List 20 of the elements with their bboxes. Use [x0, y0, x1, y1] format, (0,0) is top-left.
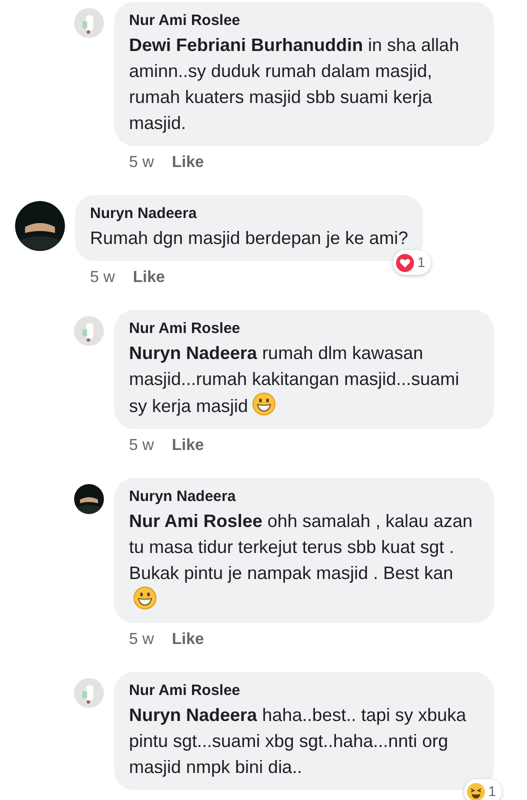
- author-name[interactable]: Nur Ami Roslee: [129, 318, 479, 340]
- author-name[interactable]: Nur Ami Roslee: [129, 680, 479, 702]
- comment-text: Nur Ami Roslee ohh samalah , kalau azan tu masa tidur terkejut terus sbb kuat sgt . Bukak pintu je nampak masjid . Best kan: [129, 508, 479, 613]
- author-name[interactable]: Nuryn Nadeera: [129, 486, 479, 508]
- comment-text: Nuryn Nadeera haha..best.. tapi sy xbuka pintu sgt...suami xbg sgt..haha...nnti org masjid nmpk bini dia..: [129, 704, 468, 779]
- like-button[interactable]: Like: [132, 266, 165, 290]
- like-button[interactable]: Like: [172, 434, 204, 458]
- author-name[interactable]: Nuryn Nadeera: [90, 203, 408, 225]
- reaction-badge[interactable]: 1: [393, 250, 432, 275]
- comment-time: 5 w: [129, 436, 154, 456]
- author-name[interactable]: Nur Ami Roslee: [129, 10, 479, 32]
- like-button[interactable]: Like: [172, 151, 204, 175]
- like-button[interactable]: Like: [172, 628, 204, 652]
- comment-text: Nuryn Nadeera rumah dlm kawasan masjid...rumah kakitangan masjid...suami sy kerja masjid: [129, 342, 460, 418]
- comment-text: Rumah dgn masjid berdepan je ke ami?: [90, 227, 408, 250]
- comment-time: 5 w: [90, 268, 115, 288]
- comment-time: 5 w: [129, 630, 154, 650]
- comment-time: 5 w: [129, 153, 154, 173]
- comment-text: Dewi Febriani Burhanuddin in sha allah aminn..sy duduk rumah dalam masjid, rumah kuaters masjid sbb suami kerja masjid.: [129, 34, 460, 135]
- reaction-badge[interactable]: 1: [464, 779, 502, 800]
